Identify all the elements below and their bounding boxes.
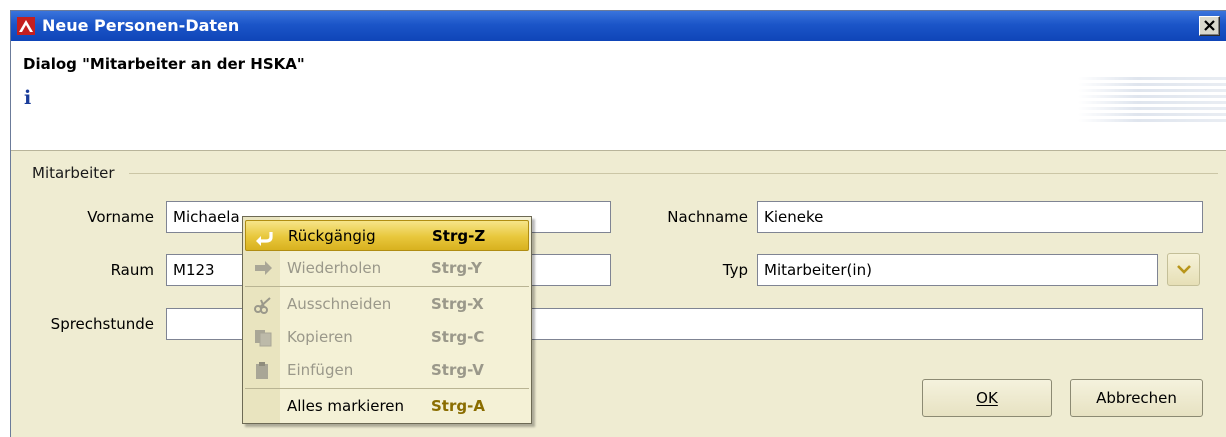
menu-item-label: Rückgängig [288,227,376,245]
sprechstunde-label: Sprechstunde [50,315,154,333]
raum-label: Raum [110,261,154,279]
nachname-field[interactable]: Kieneke [757,201,1203,233]
menu-item-shortcut: Strg-A [431,397,485,415]
menu-item-label: Kopieren [287,328,353,346]
menu-item-redo[interactable]: Wiederholen Strg-Y [245,253,529,284]
typ-dropdown-button[interactable] [1167,253,1200,286]
dialog-header: Dialog "Mitarbeiter an der HSKA" i [11,41,1226,151]
menu-item-select-all[interactable]: Alles markieren Strg-A [245,391,529,422]
paste-icon [256,362,268,379]
menu-item-copy[interactable]: Kopieren Strg-C [245,322,529,353]
close-icon [1204,20,1215,31]
menu-item-shortcut: Strg-X [431,295,484,313]
context-menu: Rückgängig Strg-Z Wiederholen Strg-Y Aus… [242,216,532,424]
ok-button-label: OK [976,389,998,407]
menu-item-shortcut: Strg-Y [431,259,482,277]
menu-item-paste[interactable]: Einfügen Strg-V [245,355,529,386]
header-decoration-lines [1078,77,1226,122]
copy-icon [255,330,272,347]
menu-item-cut[interactable]: Ausschneiden Strg-X [245,289,529,320]
app-red-triangle-icon [17,17,35,35]
info-icon: i [24,87,32,109]
dialog-title: Dialog "Mitarbeiter an der HSKA" [23,55,305,73]
menu-item-label: Wiederholen [287,259,382,277]
group-label-mitarbeiter: Mitarbeiter [32,164,115,182]
group-divider [129,173,1218,174]
ok-button[interactable]: OK [922,379,1052,417]
menu-item-shortcut: Strg-V [431,361,484,379]
undo-icon [256,232,273,246]
menu-item-label: Einfügen [287,361,354,379]
cancel-button[interactable]: Abbrechen [1070,379,1203,417]
menu-item-shortcut: Strg-C [431,328,485,346]
window-title: Neue Personen-Daten [42,16,240,35]
menu-item-label: Alles markieren [287,397,405,415]
title-bar[interactable]: Neue Personen-Daten [11,11,1226,41]
menu-separator [245,286,529,287]
close-button[interactable] [1199,16,1220,36]
vorname-label: Vorname [87,208,154,226]
menu-item-shortcut: Strg-Z [432,227,486,245]
chevron-down-icon [1177,265,1191,274]
redo-icon [255,261,272,275]
menu-item-label: Ausschneiden [287,295,392,313]
cancel-button-label: Abbrechen [1096,389,1177,407]
menu-item-undo[interactable]: Rückgängig Strg-Z [245,220,529,251]
typ-combobox[interactable]: Mitarbeiter(in) [757,254,1158,286]
typ-label: Typ [722,261,748,279]
dialog-window: Neue Personen-Daten Dialog "Mitarbeiter … [10,10,1226,437]
menu-separator [245,388,529,389]
nachname-label: Nachname [667,208,748,226]
scissors-icon [254,297,271,314]
